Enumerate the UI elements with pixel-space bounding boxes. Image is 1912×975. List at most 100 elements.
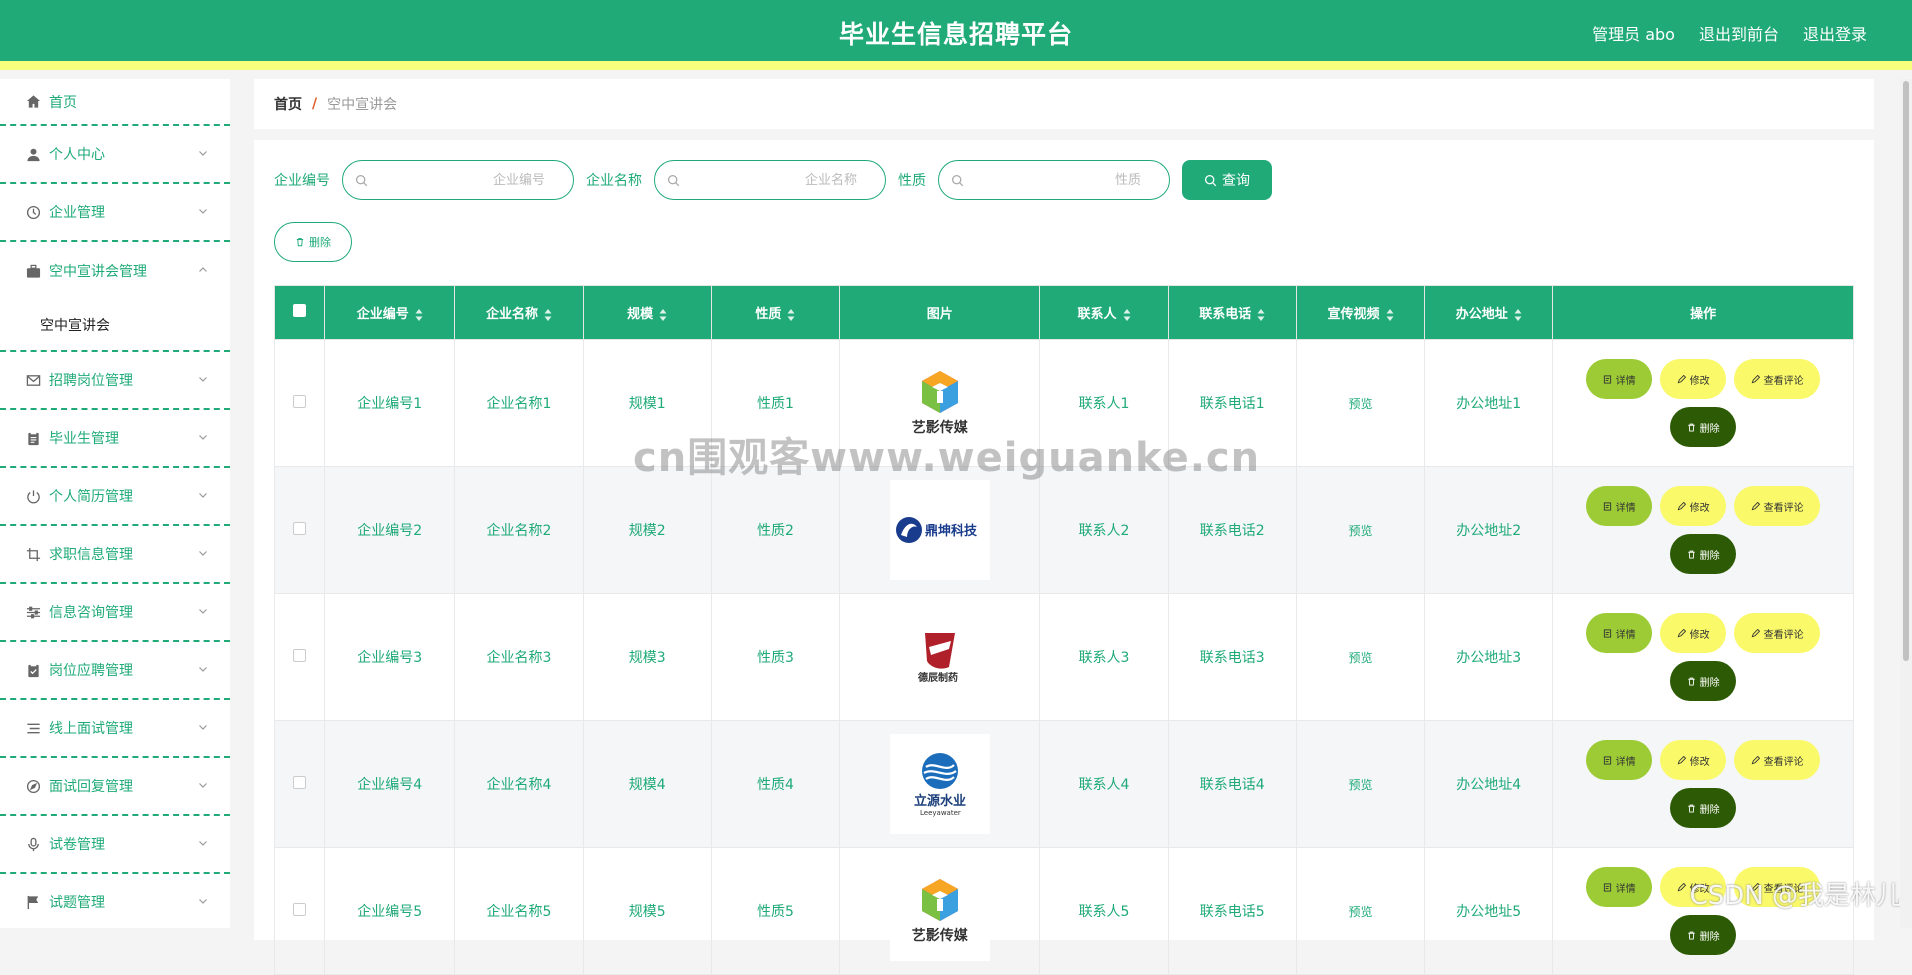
video-preview-link[interactable]: 预览 (1348, 397, 1372, 411)
video-preview-link[interactable]: 预览 (1348, 905, 1372, 919)
delete-button[interactable]: 删除 (1670, 788, 1737, 828)
clipboard-check-icon (24, 661, 42, 679)
row-checkbox[interactable] (293, 648, 307, 662)
view-comments-button[interactable]: 查看评论 (1734, 740, 1821, 780)
sort-icon[interactable] (659, 308, 667, 321)
column-header[interactable]: 企业名称 (454, 285, 584, 340)
video-cell: 预览 (1295, 593, 1426, 721)
sidebar-subitem-0[interactable]: 空中宣讲会 (0, 300, 230, 352)
edit-button[interactable]: 修改 (1660, 359, 1727, 399)
sort-icon[interactable] (415, 308, 423, 321)
trash-icon (1687, 423, 1696, 432)
edit-button[interactable]: 修改 (1660, 613, 1727, 653)
company-id-label: 企业编号 (274, 173, 330, 189)
sidebar-item-6[interactable]: 个人简历管理 (0, 468, 230, 526)
detail-button[interactable]: 详情 (1586, 867, 1653, 907)
sidebar-item-9[interactable]: 岗位应聘管理 (0, 642, 230, 700)
company-name-input[interactable] (655, 161, 885, 199)
detail-button[interactable]: 详情 (1586, 359, 1653, 399)
sidebar-item-12[interactable]: 试卷管理 (0, 816, 230, 874)
sidebar-item-7[interactable]: 求职信息管理 (0, 526, 230, 584)
row-checkbox[interactable] (293, 775, 307, 789)
edit-button[interactable]: 修改 (1660, 486, 1727, 526)
scrollbar-thumb[interactable] (1903, 81, 1909, 661)
column-header[interactable]: 规模 (582, 285, 712, 340)
detail-label: 详情 (1615, 629, 1636, 641)
nature-input[interactable] (939, 161, 1169, 199)
svg-text:Leeyawater: Leeyawater (920, 809, 961, 817)
sidebar-item-5[interactable]: 毕业生管理 (0, 410, 230, 468)
column-header[interactable]: 企业编号 (324, 285, 456, 340)
logout-link[interactable]: 退出登录 (1803, 0, 1867, 70)
delete-button[interactable]: 删除 (1670, 915, 1737, 955)
select-all-checkbox[interactable] (293, 304, 307, 317)
company-id-input[interactable] (343, 161, 573, 199)
sidebar-item-2[interactable]: 企业管理 (0, 184, 230, 242)
company-name-field (654, 160, 886, 200)
actions-cell: 详情 修改 查看评论删除 (1552, 466, 1854, 594)
sort-icon[interactable] (544, 308, 552, 321)
column-header[interactable]: 办公地址 (1424, 285, 1554, 340)
sidebar-item-0[interactable]: 首页 (0, 79, 230, 126)
column-header[interactable]: 联系电话 (1167, 285, 1297, 340)
detail-label: 详情 (1615, 502, 1636, 514)
sidebar-item-10[interactable]: 线上面试管理 (0, 700, 230, 758)
breadcrumb-home[interactable]: 首页 (274, 94, 302, 114)
table-row[interactable]: 企业编号2 企业名称2 规模2 性质2 鼎坤科技 联系人2 联系电话2 预览 办公地址2 详情 修改… (273, 466, 1854, 594)
sidebar-item-1[interactable]: 个人中心 (0, 126, 230, 184)
row-checkbox[interactable] (293, 902, 307, 916)
sidebar-item-4[interactable]: 招聘岗位管理 (0, 352, 230, 410)
row-checkbox[interactable] (293, 521, 307, 535)
sidebar-item-11[interactable]: 面试回复管理 (0, 758, 230, 816)
table-row[interactable]: 企业编号1 企业名称1 规模1 性质1 艺影传媒 联系人1 联系电话1 预览 办公地址1 详情 修改… (273, 339, 1854, 467)
view-comments-button[interactable]: 查看评论 (1734, 359, 1821, 399)
sidebar-item-label: 企业管理 (49, 205, 105, 221)
edit-icon (1677, 374, 1686, 384)
page-scrollbar[interactable] (1900, 79, 1912, 928)
chevron-down-icon (198, 432, 208, 442)
delete-button[interactable]: 删除 (1670, 661, 1737, 701)
sort-icon[interactable] (1257, 308, 1265, 321)
clock-icon (24, 203, 42, 221)
view-comments-button[interactable]: 查看评论 (1734, 867, 1821, 907)
batch-delete-button[interactable]: 删除 (274, 222, 352, 262)
edit-icon (1677, 755, 1686, 765)
edit-button[interactable]: 修改 (1660, 867, 1727, 907)
exit-to-front-link[interactable]: 退出到前台 (1699, 0, 1779, 70)
detail-button[interactable]: 详情 (1586, 740, 1653, 780)
detail-button[interactable]: 详情 (1586, 486, 1653, 526)
delete-button[interactable]: 删除 (1670, 534, 1737, 574)
video-preview-link[interactable]: 预览 (1348, 524, 1372, 538)
sort-icon[interactable] (787, 308, 795, 321)
detail-button[interactable]: 详情 (1586, 613, 1653, 653)
company-id-cell: 企业编号1 (324, 339, 456, 467)
column-header[interactable]: 宣传视频 (1295, 285, 1426, 340)
table-row[interactable]: 企业编号5 企业名称5 规模5 性质5 艺影传媒 联系人5 联系电话5 预览 办公地址5 详情 修改… (273, 847, 1854, 975)
sort-icon[interactable] (1123, 308, 1131, 321)
sort-icon[interactable] (1386, 308, 1394, 321)
view-comments-button[interactable]: 查看评论 (1734, 486, 1821, 526)
video-preview-link[interactable]: 预览 (1348, 651, 1372, 665)
sidebar-item-13[interactable]: 试题管理 (0, 874, 230, 928)
table-row[interactable]: 企业编号4 企业名称4 规模4 性质4 立源水业 Leeyawater 联系人4 联系电话4 预… (273, 720, 1854, 848)
actions-cell: 详情 修改 查看评论删除 (1552, 847, 1854, 975)
edit-button[interactable]: 修改 (1660, 740, 1727, 780)
query-button[interactable]: 查询 (1182, 160, 1272, 200)
column-header[interactable]: 联系人 (1039, 285, 1169, 340)
view-comments-button[interactable]: 查看评论 (1734, 613, 1821, 653)
delete-label: 删除 (1699, 931, 1720, 943)
trash-icon (1687, 931, 1696, 940)
phone-cell: 联系电话2 (1167, 466, 1297, 594)
row-checkbox[interactable] (293, 394, 307, 408)
table-row[interactable]: 企业编号3 企业名称3 规模3 性质3 德辰制药 联系人3 联系电话3 预览 办公地址3 详情 修改… (273, 593, 1854, 721)
sort-icon[interactable] (1514, 308, 1522, 321)
delete-label: 删除 (1699, 804, 1720, 816)
sidebar-item-3[interactable]: 空中宣讲会管理 (0, 242, 230, 300)
column-header[interactable]: 性质 (710, 285, 841, 340)
delete-button[interactable]: 删除 (1670, 407, 1737, 447)
nature-label: 性质 (898, 173, 926, 189)
video-preview-link[interactable]: 预览 (1348, 778, 1372, 792)
sidebar-item-8[interactable]: 信息咨询管理 (0, 584, 230, 642)
edit-label: 修改 (1689, 883, 1710, 895)
detail-icon (1603, 501, 1612, 511)
